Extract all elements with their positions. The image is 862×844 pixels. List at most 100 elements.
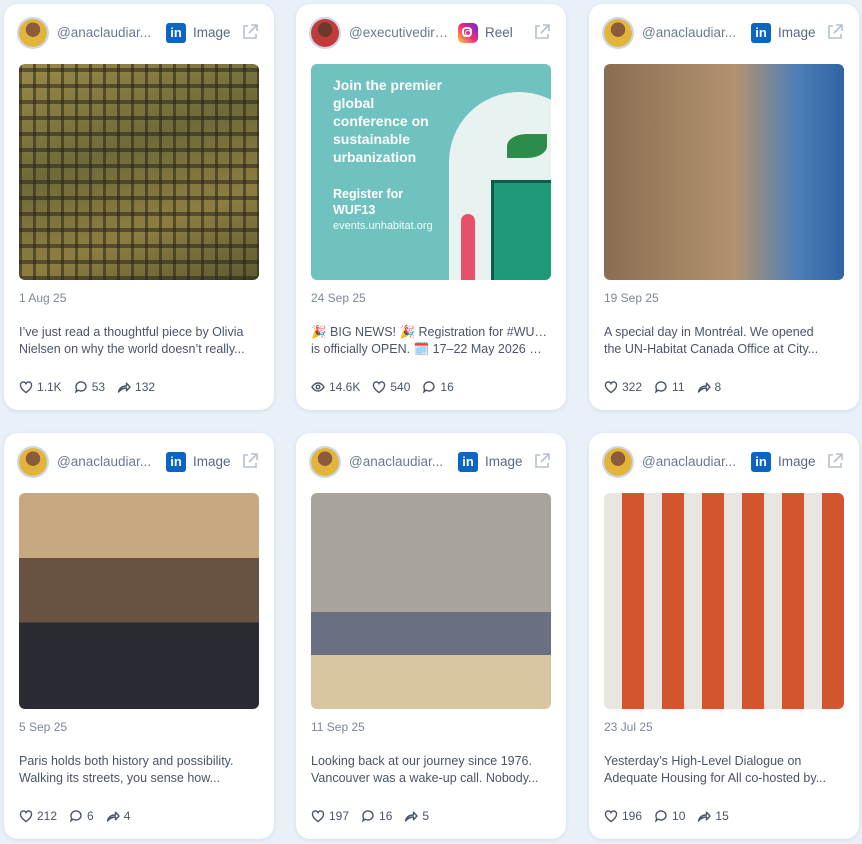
- promo-register-line: WUF13: [333, 203, 376, 217]
- promo-building-illustration: [491, 180, 551, 280]
- heart-icon: [604, 381, 618, 394]
- promo-headline-line: global: [333, 95, 375, 111]
- avatar[interactable]: [19, 19, 47, 47]
- stat-item: 16: [361, 809, 392, 823]
- post-caption: Yesterday’s High-Level Dialogue on Adequa…: [604, 753, 844, 787]
- avatar[interactable]: [604, 448, 632, 476]
- external-link-icon[interactable]: [533, 452, 551, 470]
- instagram-icon: [458, 23, 478, 43]
- share-icon: [698, 811, 712, 822]
- external-link-icon[interactable]: [826, 23, 844, 41]
- avatar[interactable]: [604, 19, 632, 47]
- stat-value: 322: [622, 380, 643, 394]
- comment-icon: [361, 810, 374, 823]
- account-handle[interactable]: @anaclaudiar...: [642, 25, 746, 40]
- heart-icon: [373, 381, 386, 394]
- post-caption: I’ve just read a thoughtful piece by Oli…: [19, 324, 259, 358]
- caption-line: A special day in Montréal. We opened: [604, 325, 814, 339]
- post-stats: 196 10 15: [604, 807, 741, 825]
- account-handle[interactable]: @anaclaudiar...: [349, 454, 453, 469]
- post-card[interactable]: @executivedirec... Reel Join the premier…: [296, 4, 566, 410]
- stat-value: 16: [440, 380, 454, 394]
- post-type-label: Image: [485, 454, 523, 469]
- heart-icon: [604, 810, 618, 823]
- stat-value: 540: [390, 380, 411, 394]
- eye-icon: [311, 382, 325, 392]
- post-image-panel[interactable]: [311, 493, 551, 709]
- promo-headline-line: Join the premier: [333, 77, 442, 93]
- caption-line: is officially OPEN. 🗓️ 17–22 May 2026 📍.…: [311, 342, 551, 356]
- post-image-paris[interactable]: [19, 493, 259, 709]
- promo-register: Register for WUF13: [333, 186, 403, 218]
- stat-item: 10: [654, 809, 685, 823]
- stat-value: 5: [422, 809, 430, 823]
- stat-item: 196: [604, 809, 642, 823]
- post-caption: A special day in Montréal. We opened the …: [604, 324, 844, 358]
- post-card[interactable]: @anaclaudiar... in Image 5 Sep 25 Paris …: [4, 433, 274, 839]
- stat-value: 132: [135, 380, 156, 394]
- stat-item: 16: [422, 380, 454, 394]
- post-header: @anaclaudiar... in Image: [604, 19, 844, 47]
- avatar[interactable]: [311, 448, 339, 476]
- linkedin-icon: in: [751, 23, 771, 43]
- stat-value: 6: [87, 809, 94, 823]
- stat-value: 14.6K: [329, 380, 361, 394]
- share-icon: [697, 382, 711, 393]
- post-stats: 322 11 8: [604, 378, 733, 396]
- promo-url: events.unhabitat.org: [333, 220, 433, 232]
- comment-icon: [74, 381, 87, 394]
- stat-item: 8: [697, 380, 721, 394]
- post-card[interactable]: @anaclaudiar... in Image 1 Aug 25 I’ve j…: [4, 4, 274, 410]
- promo-tower-illustration: [461, 214, 475, 280]
- promo-leaf-illustration: [507, 134, 547, 158]
- post-caption: Paris holds both history and possibility…: [19, 753, 259, 787]
- post-header: @anaclaudiar... in Image: [19, 19, 259, 47]
- external-link-icon[interactable]: [241, 23, 259, 41]
- external-link-icon[interactable]: [533, 23, 551, 41]
- account-handle[interactable]: @executivedirec...: [349, 25, 453, 40]
- stat-item: 212: [19, 809, 57, 823]
- share-icon: [405, 811, 419, 822]
- account-handle[interactable]: @anaclaudiar...: [642, 454, 746, 469]
- stat-value: 10: [672, 809, 686, 823]
- stat-value: 16: [379, 809, 393, 823]
- promo-headline-line: urbanization: [333, 149, 417, 165]
- promo-headline-line: sustainable: [333, 131, 411, 147]
- post-type-label: Image: [778, 25, 816, 40]
- post-card[interactable]: @anaclaudiar... in Image 23 Jul 25 Yeste…: [589, 433, 859, 839]
- comment-icon: [423, 381, 436, 394]
- post-type-label: Reel: [485, 25, 513, 40]
- post-image-un-dialogue[interactable]: [604, 493, 844, 709]
- account-handle[interactable]: @anaclaudiar...: [57, 25, 161, 40]
- linkedin-icon: in: [458, 452, 478, 472]
- post-date: 5 Sep 25: [19, 720, 68, 734]
- linkedin-icon: in: [166, 23, 186, 43]
- post-type-label: Image: [778, 454, 816, 469]
- stat-item: 322: [604, 380, 642, 394]
- post-image-wuf13-promo[interactable]: Join the premier global conference on susta…: [311, 64, 551, 280]
- post-date: 24 Sep 25: [311, 291, 366, 305]
- post-card[interactable]: @anaclaudiar... in Image 19 Sep 25 A spe…: [589, 4, 859, 410]
- post-image-building[interactable]: [19, 64, 259, 280]
- stat-value: 15: [715, 809, 729, 823]
- post-stats: 1.1K 53 132: [19, 378, 167, 396]
- stat-value: 212: [37, 809, 58, 823]
- stat-item: 11: [654, 380, 685, 394]
- external-link-icon[interactable]: [826, 452, 844, 470]
- external-link-icon[interactable]: [241, 452, 259, 470]
- avatar[interactable]: [311, 19, 339, 47]
- heart-icon: [311, 810, 325, 823]
- promo-headline-line: conference on: [333, 113, 429, 129]
- post-date: 11 Sep 25: [311, 720, 365, 734]
- account-handle[interactable]: @anaclaudiar...: [57, 454, 161, 469]
- post-header: @anaclaudiar... in Image: [311, 448, 551, 476]
- stat-value: 1.1K: [37, 380, 62, 394]
- post-header: @anaclaudiar... in Image: [604, 448, 844, 476]
- avatar[interactable]: [19, 448, 47, 476]
- post-card[interactable]: @anaclaudiar... in Image 11 Sep 25 Looki…: [296, 433, 566, 839]
- caption-line: Walking its streets, you sense how...: [19, 771, 221, 785]
- post-type-label: Image: [193, 454, 231, 469]
- post-image-speech[interactable]: [604, 64, 844, 280]
- caption-line: 🎉 BIG NEWS! 🎉 Registration for #WUF13: [311, 325, 551, 339]
- stat-value: 4: [123, 809, 131, 823]
